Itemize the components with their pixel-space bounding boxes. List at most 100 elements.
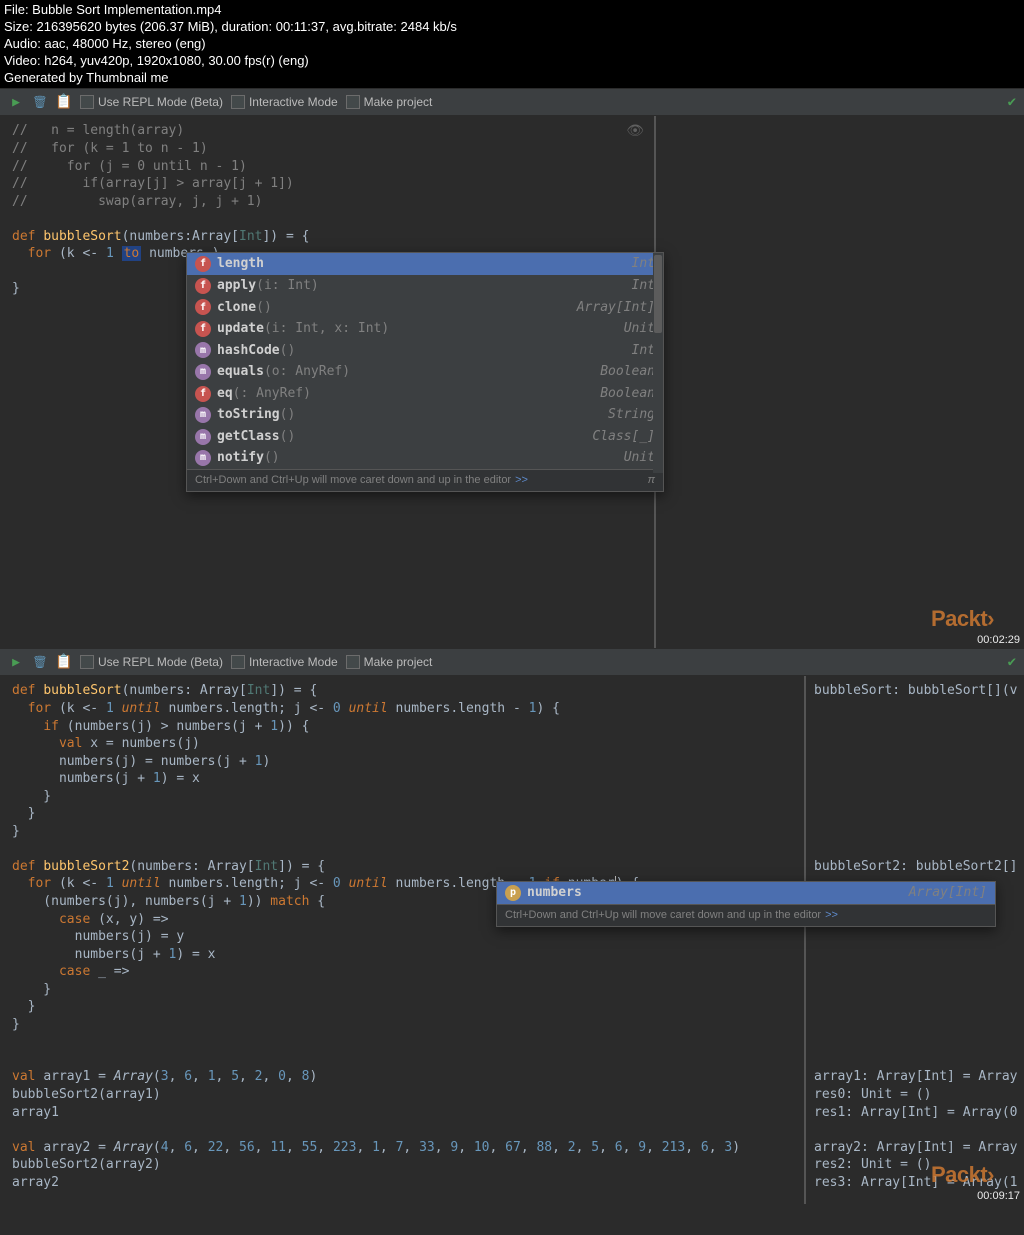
- field-badge-icon: f: [195, 278, 211, 294]
- autocomplete-item-name: apply(i: Int): [217, 277, 319, 295]
- result-line: [814, 946, 1016, 964]
- autocomplete-item[interactable]: flength Int: [187, 253, 663, 275]
- code-line: // if(array[j] > array[j + 1]): [12, 175, 642, 193]
- autocomplete-item-name: notify(): [217, 449, 280, 467]
- status-ok-icon: ✔: [1008, 94, 1016, 110]
- autocomplete-item-name: length: [217, 255, 264, 273]
- checkbox-icon: [346, 655, 360, 669]
- field-badge-icon: f: [195, 386, 211, 402]
- autocomplete-item-type: Unit: [624, 320, 655, 338]
- file-info-line: Size: 216395620 bytes (206.37 MiB), dura…: [4, 19, 1020, 36]
- run-icon[interactable]: ▶: [8, 654, 24, 670]
- interactive-mode-label: Interactive Mode: [249, 655, 338, 669]
- checkbox-icon: [346, 95, 360, 109]
- autocomplete-item-type: Int: [632, 255, 655, 273]
- repl-mode-checkbox[interactable]: Use REPL Mode (Beta): [80, 655, 223, 669]
- result-line: res0: Unit = (): [814, 1086, 1016, 1104]
- code-line: }: [12, 805, 792, 823]
- result-line: array1: Array[Int] = Array: [814, 1068, 1016, 1086]
- code-area-bottom: def bubbleSort(numbers: Array[Int]) = { …: [0, 676, 1024, 1204]
- autocomplete-popup[interactable]: flengthIntfapply(i: Int)Intfclone()Array…: [186, 252, 664, 491]
- pi-icon: π: [648, 473, 655, 488]
- autocomplete-item[interactable]: feq(: AnyRef)Boolean: [187, 383, 663, 405]
- code-line: for (k <- 1 until numbers.length; j <- 0…: [12, 700, 792, 718]
- repl-mode-label: Use REPL Mode (Beta): [98, 655, 223, 669]
- autocomplete-item-type: Unit: [624, 449, 655, 467]
- result-line: [814, 753, 1016, 771]
- interactive-mode-label: Interactive Mode: [249, 95, 338, 109]
- checkbox-icon: [80, 655, 94, 669]
- result-line: array2: Array[Int] = Array: [814, 1139, 1016, 1157]
- method-badge-icon: m: [195, 342, 211, 358]
- status-ok-icon: ✔: [1008, 654, 1016, 670]
- file-info-line: Generated by Thumbnail me: [4, 70, 1020, 87]
- trash-icon[interactable]: 🗑: [32, 654, 48, 670]
- autocomplete-item-name: update(i: Int, x: Int): [217, 320, 389, 338]
- panel-bottom: ▶ 🗑 📋 Use REPL Mode (Beta) Interactive M…: [0, 648, 1024, 1204]
- code-line: [12, 210, 642, 228]
- code-line: array2: [12, 1174, 792, 1192]
- scrollbar-thumb[interactable]: [654, 255, 662, 333]
- make-project-label: Make project: [364, 95, 433, 109]
- interactive-mode-checkbox[interactable]: Interactive Mode: [231, 95, 338, 109]
- clipboard-icon[interactable]: 📋: [56, 94, 72, 110]
- repl-mode-checkbox[interactable]: Use REPL Mode (Beta): [80, 95, 223, 109]
- code-line: numbers(j + 1) = x: [12, 770, 792, 788]
- result-line: [814, 1121, 1016, 1139]
- editor-right[interactable]: [654, 116, 1024, 648]
- result-line: [814, 1016, 1016, 1034]
- code-line: }: [12, 823, 792, 841]
- autocomplete-scrollbar[interactable]: [653, 253, 663, 472]
- code-line: [12, 1121, 792, 1139]
- field-badge-icon: f: [195, 256, 211, 272]
- autocomplete-more-link[interactable]: >>: [515, 473, 528, 488]
- eye-icon[interactable]: 👁: [626, 122, 644, 141]
- code-line: numbers(j + 1) = x: [12, 946, 792, 964]
- packt-watermark: Packt›: [931, 606, 994, 632]
- checkbox-icon: [231, 655, 245, 669]
- autocomplete-item[interactable]: f apply(i: Int) Int: [187, 275, 663, 297]
- autocomplete-more-link[interactable]: >>: [825, 908, 838, 923]
- clipboard-icon[interactable]: 📋: [56, 654, 72, 670]
- code-line: case _ =>: [12, 963, 792, 981]
- autocomplete-item[interactable]: fclone()Array[Int]: [187, 297, 663, 319]
- result-line: [814, 840, 1016, 858]
- field-badge-icon: f: [195, 299, 211, 315]
- autocomplete-footer: Ctrl+Down and Ctrl+Up will move caret do…: [497, 904, 995, 926]
- autocomplete-item-type: Int: [632, 342, 655, 360]
- trash-icon[interactable]: 🗑: [32, 94, 48, 110]
- autocomplete-item[interactable]: mnotify()Unit: [187, 447, 663, 469]
- code-line: // for (k = 1 to n - 1): [12, 140, 642, 158]
- make-project-checkbox[interactable]: Make project: [346, 655, 433, 669]
- result-line: [814, 928, 1016, 946]
- make-project-checkbox[interactable]: Make project: [346, 95, 433, 109]
- autocomplete-item[interactable]: mequals(o: AnyRef)Boolean: [187, 361, 663, 383]
- code-line: [12, 1033, 792, 1051]
- editor-left[interactable]: 👁 // n = length(array) // for (k = 1 to …: [0, 116, 654, 648]
- result-line: [814, 770, 1016, 788]
- editor-left[interactable]: def bubbleSort(numbers: Array[Int]) = { …: [0, 676, 804, 1204]
- autocomplete-popup-small[interactable]: p numbers Array[Int] Ctrl+Down and Ctrl+…: [496, 881, 996, 926]
- autocomplete-item[interactable]: fupdate(i: Int, x: Int)Unit: [187, 318, 663, 340]
- timestamp-label: 00:02:29: [977, 634, 1020, 646]
- packt-watermark: Packt›: [931, 1162, 994, 1188]
- method-badge-icon: m: [195, 429, 211, 445]
- result-line: [814, 735, 1016, 753]
- code-line: // swap(array, j, j + 1): [12, 193, 642, 211]
- code-line: numbers(j) = numbers(j + 1): [12, 753, 792, 771]
- autocomplete-item[interactable]: p numbers Array[Int]: [497, 882, 995, 904]
- autocomplete-item[interactable]: mgetClass()Class[_]: [187, 426, 663, 448]
- autocomplete-item[interactable]: mtoString()String: [187, 404, 663, 426]
- code-line: [12, 1051, 792, 1069]
- toolbar: ▶ 🗑 📋 Use REPL Mode (Beta) Interactive M…: [0, 88, 1024, 116]
- autocomplete-item[interactable]: mhashCode()Int: [187, 340, 663, 362]
- autocomplete-item-name: numbers: [527, 884, 582, 902]
- result-line: res1: Array[Int] = Array(0: [814, 1104, 1016, 1122]
- autocomplete-item-type: String: [608, 406, 655, 424]
- run-icon[interactable]: ▶: [8, 94, 24, 110]
- interactive-mode-checkbox[interactable]: Interactive Mode: [231, 655, 338, 669]
- param-badge-icon: p: [505, 885, 521, 901]
- editor-right[interactable]: bubbleSort: bubbleSort[](v bubbleSort2: …: [804, 676, 1024, 1204]
- timestamp-label: 00:09:17: [977, 1190, 1020, 1202]
- autocomplete-item-type: Int: [632, 277, 655, 295]
